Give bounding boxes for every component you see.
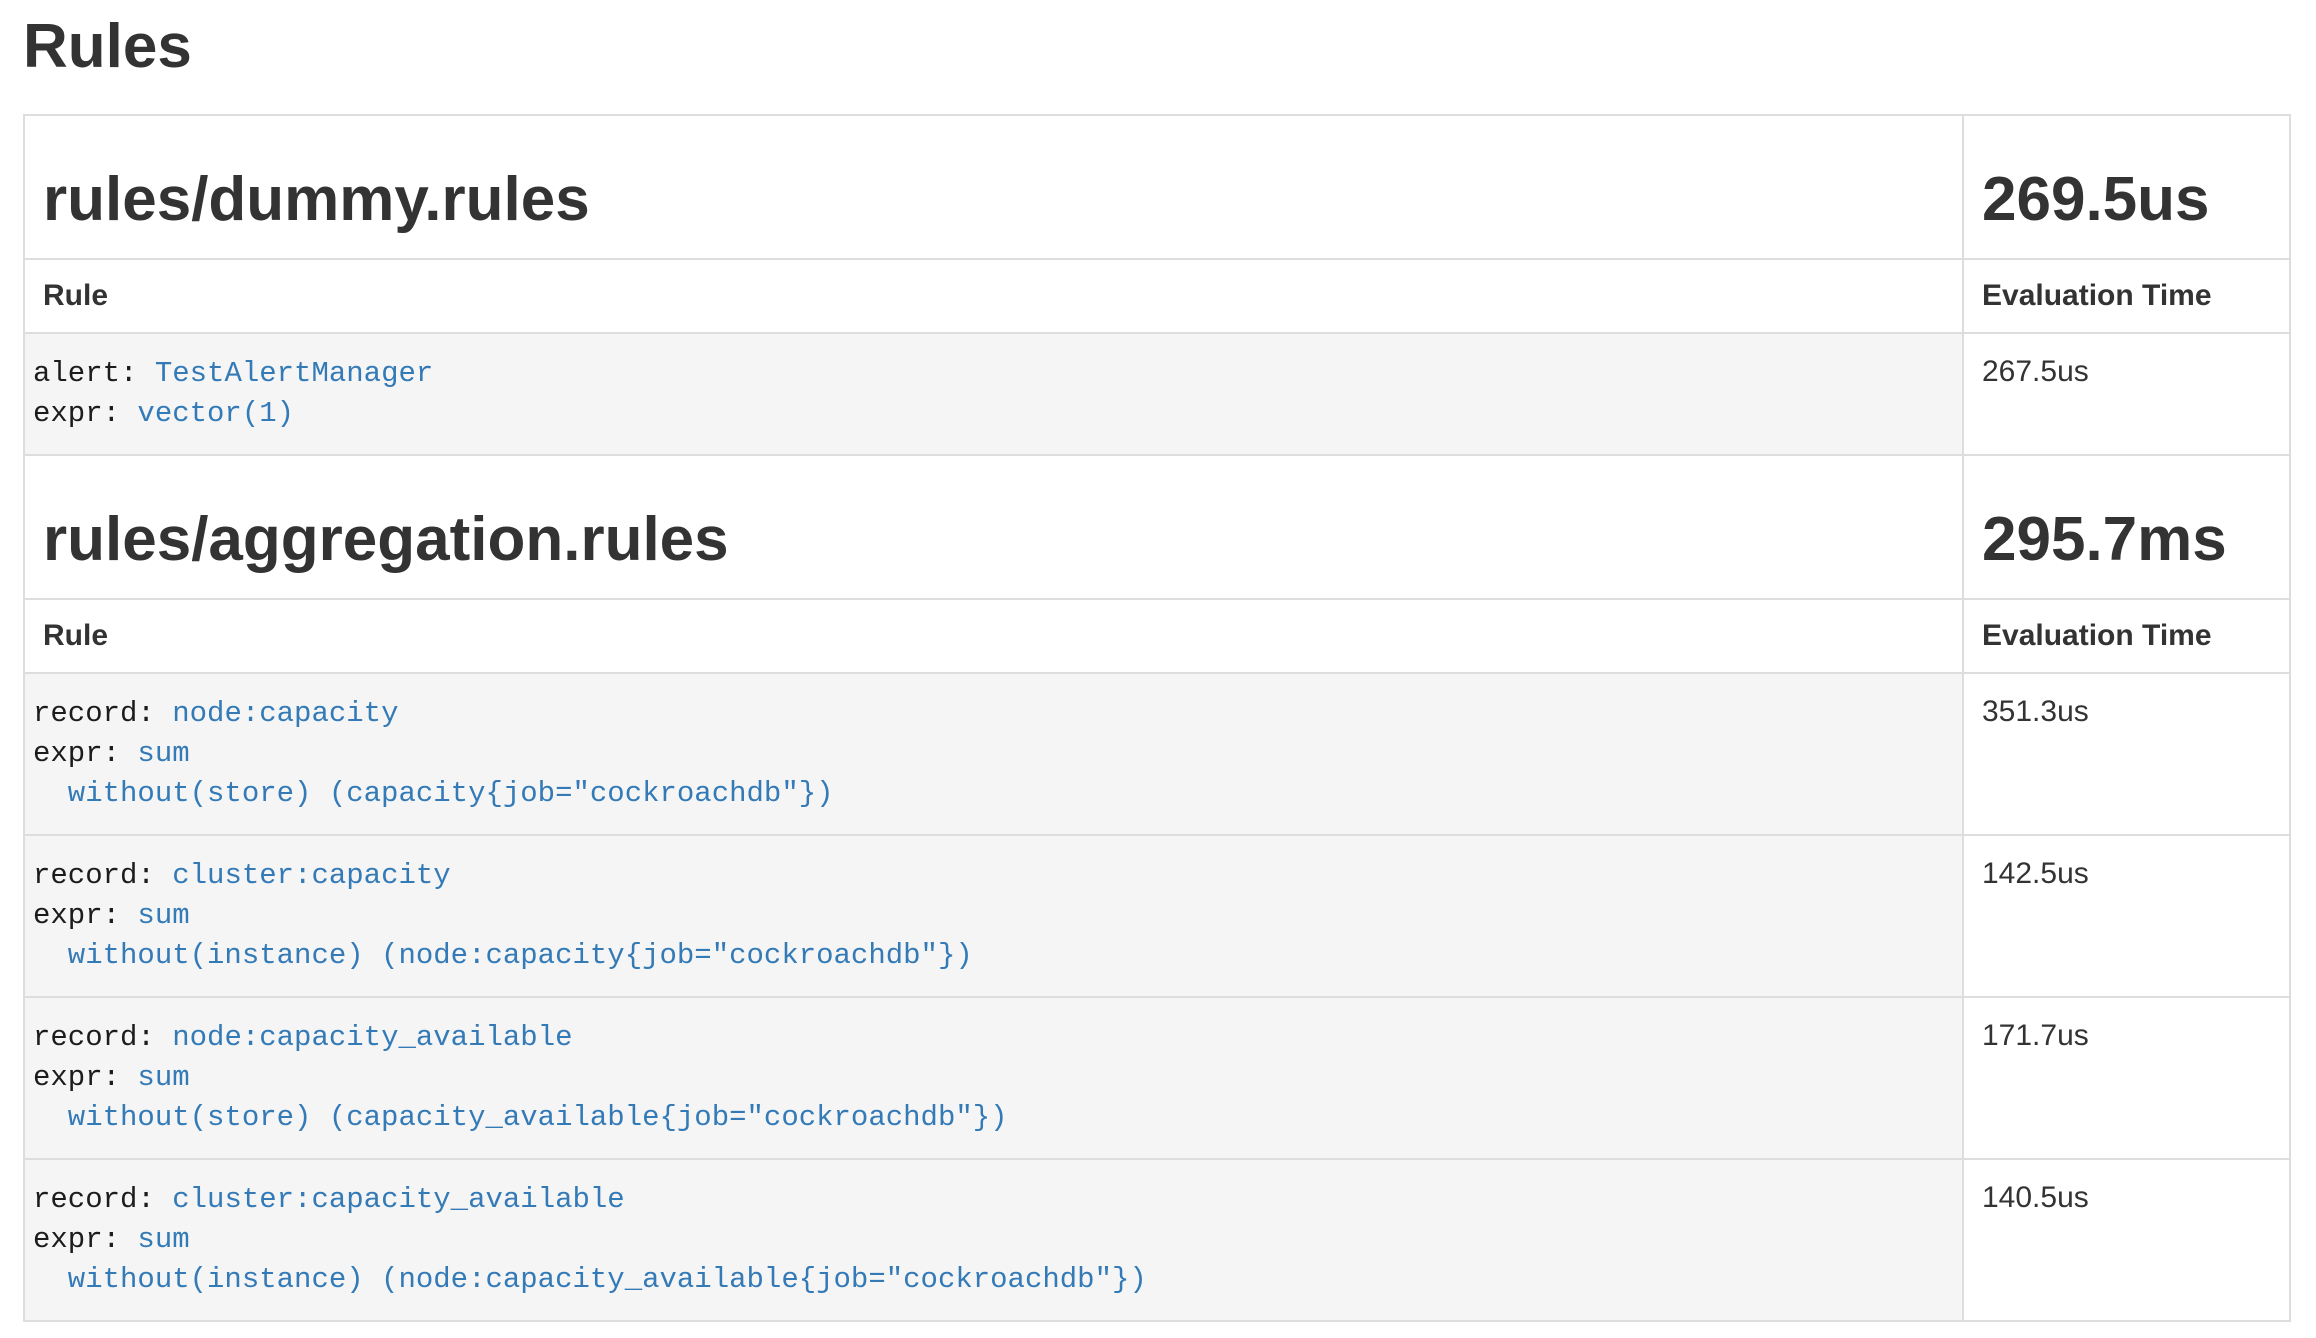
rule-expression-link[interactable]: without(store) (capacity{job="cockroachd…: [33, 777, 834, 810]
rule-group-title-row: rules/aggregation.rules 295.7ms: [24, 455, 2290, 599]
rule-name-link[interactable]: node:capacity_available: [172, 1021, 572, 1054]
rule-expression-link[interactable]: without(instance) (node:capacity_availab…: [33, 1263, 1147, 1296]
rule-file-cell: rules/aggregation.rules: [24, 455, 1963, 599]
rule-definition: record: cluster:capacity expr: sum witho…: [33, 856, 1944, 976]
rule-name-link[interactable]: TestAlertManager: [155, 357, 433, 390]
rule-file-title: rules/dummy.rules: [43, 166, 1944, 234]
rule-definition: record: node:capacity_available expr: su…: [33, 1018, 1944, 1138]
group-evaluation-time: 269.5us: [1982, 166, 2271, 234]
rule-definition: record: node:capacity expr: sum without(…: [33, 694, 1944, 814]
rule-evaluation-time: 267.5us: [1963, 333, 2290, 455]
rule-expression-link[interactable]: sum: [137, 737, 189, 770]
rule-evaluation-time: 351.3us: [1963, 673, 2290, 835]
rule-expression-link[interactable]: vector(1): [137, 397, 294, 430]
rule-column-header: Rule: [24, 599, 1963, 673]
expr-keyword: expr:: [33, 899, 120, 932]
rule-row: record: cluster:capacity expr: sum witho…: [24, 835, 2290, 997]
rule-expression-link[interactable]: sum: [137, 899, 189, 932]
time-column-header: Evaluation Time: [1963, 599, 2290, 673]
column-header-row: Rule Evaluation Time: [24, 599, 2290, 673]
page-title: Rules: [23, 16, 2291, 78]
rule-row: record: cluster:capacity_available expr:…: [24, 1159, 2290, 1321]
rule-column-header: Rule: [24, 259, 1963, 333]
rule-keyword: record:: [33, 859, 155, 892]
rule-evaluation-time: 142.5us: [1963, 835, 2290, 997]
rule-group-title-row: rules/dummy.rules 269.5us: [24, 115, 2290, 259]
rule-cell: alert: TestAlertManager expr: vector(1): [24, 333, 1963, 455]
group-evaluation-time: 295.7ms: [1982, 506, 2271, 574]
rule-keyword: record:: [33, 697, 155, 730]
rule-cell: record: cluster:capacity expr: sum witho…: [24, 835, 1963, 997]
rule-cell: record: node:capacity_available expr: su…: [24, 997, 1963, 1159]
rule-definition: record: cluster:capacity_available expr:…: [33, 1180, 1944, 1300]
rule-keyword: record:: [33, 1183, 155, 1216]
column-header-row: Rule Evaluation Time: [24, 259, 2290, 333]
group-evaluation-time-cell: 269.5us: [1963, 115, 2290, 259]
rule-row: record: node:capacity_available expr: su…: [24, 997, 2290, 1159]
expr-keyword: expr:: [33, 1061, 120, 1094]
rules-table: rules/dummy.rules 269.5us Rule Evaluatio…: [23, 114, 2291, 1322]
rule-name-link[interactable]: cluster:capacity: [172, 859, 450, 892]
rule-cell: record: node:capacity expr: sum without(…: [24, 673, 1963, 835]
rule-cell: record: cluster:capacity_available expr:…: [24, 1159, 1963, 1321]
rule-keyword: alert:: [33, 357, 137, 390]
rule-file-cell: rules/dummy.rules: [24, 115, 1963, 259]
rule-definition: alert: TestAlertManager expr: vector(1): [33, 354, 1944, 434]
rule-expression-link[interactable]: sum: [137, 1061, 189, 1094]
rule-expression-link[interactable]: without(store) (capacity_available{job="…: [33, 1101, 1008, 1134]
group-evaluation-time-cell: 295.7ms: [1963, 455, 2290, 599]
expr-keyword: expr:: [33, 1223, 120, 1256]
expr-keyword: expr:: [33, 397, 120, 430]
rule-evaluation-time: 171.7us: [1963, 997, 2290, 1159]
time-column-header: Evaluation Time: [1963, 259, 2290, 333]
rule-name-link[interactable]: node:capacity: [172, 697, 398, 730]
rule-evaluation-time: 140.5us: [1963, 1159, 2290, 1321]
rule-expression-link[interactable]: sum: [137, 1223, 189, 1256]
rule-expression-link[interactable]: without(instance) (node:capacity{job="co…: [33, 939, 973, 972]
rule-keyword: record:: [33, 1021, 155, 1054]
rule-row: record: node:capacity expr: sum without(…: [24, 673, 2290, 835]
rule-file-title: rules/aggregation.rules: [43, 506, 1944, 574]
expr-keyword: expr:: [33, 737, 120, 770]
rule-row: alert: TestAlertManager expr: vector(1) …: [24, 333, 2290, 455]
rule-name-link[interactable]: cluster:capacity_available: [172, 1183, 624, 1216]
